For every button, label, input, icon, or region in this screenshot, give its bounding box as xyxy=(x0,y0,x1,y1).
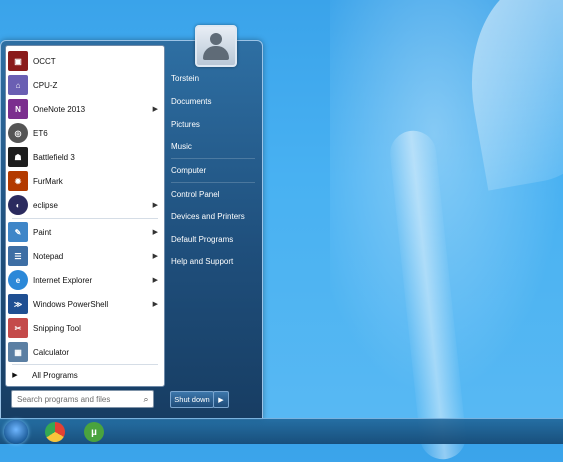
submenu-arrow-icon: ▶ xyxy=(152,202,158,209)
program-label: Calculator xyxy=(33,347,70,357)
right-item-devices-printers[interactable]: Devices and Printers xyxy=(171,207,259,225)
program-label: Windows PowerShell xyxy=(33,299,109,309)
arrow-right-icon: ▶ xyxy=(218,396,224,404)
all-programs-button[interactable]: ▶ All Programs xyxy=(8,366,162,384)
divider xyxy=(171,182,255,183)
program-snipping-tool[interactable]: ✂ Snipping Tool xyxy=(8,317,162,339)
program-onenote[interactable]: N OneNote 2013 ▶ xyxy=(8,98,162,120)
program-furmark[interactable]: ✹ FurMark xyxy=(8,170,162,192)
right-item-documents[interactable]: Documents xyxy=(171,92,259,110)
program-paint[interactable]: ✎ Paint ▶ xyxy=(8,221,162,243)
right-item-label: Devices and Printers xyxy=(171,211,245,221)
right-item-default-programs[interactable]: Default Programs xyxy=(171,230,259,248)
program-notepad[interactable]: ☰ Notepad ▶ xyxy=(8,245,162,267)
notepad-icon: ☰ xyxy=(8,246,28,266)
avatar-body xyxy=(203,46,229,60)
et6-icon: ◎ xyxy=(8,123,28,143)
submenu-arrow-icon: ▶ xyxy=(152,277,158,284)
cpuz-icon: ⌂ xyxy=(8,75,28,95)
submenu-arrow-icon: ▶ xyxy=(152,253,158,260)
right-item-label: Control Panel xyxy=(171,189,220,199)
program-label: Notepad xyxy=(33,251,64,261)
search-box[interactable]: Search programs and files ⌕ xyxy=(11,390,154,408)
right-item-label: Documents xyxy=(171,96,212,106)
shutdown-button[interactable]: Shut down xyxy=(170,391,214,408)
program-internet-explorer[interactable]: e Internet Explorer ▶ xyxy=(8,269,162,291)
search-placeholder: Search programs and files xyxy=(17,394,111,404)
divider xyxy=(12,218,158,219)
shutdown-options-button[interactable]: ▶ xyxy=(213,391,229,408)
right-item-control-panel[interactable]: Control Panel xyxy=(171,185,259,203)
right-item-user[interactable]: Torstein xyxy=(171,69,259,87)
furmark-icon: ✹ xyxy=(8,171,28,191)
right-item-computer[interactable]: Computer xyxy=(171,161,259,179)
taskbar: µ xyxy=(0,418,563,444)
calculator-icon: ▦ xyxy=(8,342,28,362)
right-item-label: Default Programs xyxy=(171,234,234,244)
program-occt[interactable]: ▣ OCCT xyxy=(8,50,162,72)
program-calculator[interactable]: ▦ Calculator xyxy=(8,341,162,363)
right-item-label: Torstein xyxy=(171,73,200,83)
program-label: Paint xyxy=(33,227,52,237)
onenote-icon: N xyxy=(8,99,28,119)
all-programs-label: All Programs xyxy=(32,370,78,380)
right-item-label: Computer xyxy=(171,165,207,175)
program-label: Snipping Tool xyxy=(33,323,81,333)
start-menu: ▣ OCCT ⌂ CPU-Z N OneNote 2013 ▶ ◎ ET6 ☗ … xyxy=(0,25,263,420)
program-label: OCCT xyxy=(33,56,56,66)
divider xyxy=(171,158,255,159)
program-label: Battlefield 3 xyxy=(33,152,75,162)
program-label: CPU-Z xyxy=(33,80,58,90)
right-item-pictures[interactable]: Pictures xyxy=(171,115,259,133)
ie-icon: e xyxy=(8,270,28,290)
user-avatar[interactable] xyxy=(195,25,237,67)
shutdown-label: Shut down xyxy=(174,395,210,404)
right-item-label: Help and Support xyxy=(171,256,234,266)
right-item-label: Music xyxy=(171,141,192,151)
program-label: OneNote 2013 xyxy=(33,104,86,114)
submenu-arrow-icon: ▶ xyxy=(152,229,158,236)
program-battlefield[interactable]: ☗ Battlefield 3 xyxy=(8,146,162,168)
right-item-music[interactable]: Music xyxy=(171,137,259,155)
snipping-icon: ✂ xyxy=(8,318,28,338)
battlefield-icon: ☗ xyxy=(8,147,28,167)
program-eclipse[interactable]: ◐ eclipse ▶ xyxy=(8,194,162,216)
program-label: ET6 xyxy=(33,128,48,138)
program-label: FurMark xyxy=(33,176,63,186)
divider xyxy=(12,364,158,365)
arrow-right-icon: ▶ xyxy=(12,372,18,379)
chrome-icon[interactable] xyxy=(45,422,65,442)
powershell-icon: ≫ xyxy=(8,294,28,314)
programs-pane: ▣ OCCT ⌂ CPU-Z N OneNote 2013 ▶ ◎ ET6 ☗ … xyxy=(5,45,165,387)
program-et6[interactable]: ◎ ET6 xyxy=(8,122,162,144)
eclipse-icon: ◐ xyxy=(8,195,28,215)
avatar-head xyxy=(210,33,222,45)
utorrent-icon[interactable]: µ xyxy=(84,422,104,442)
program-label: Internet Explorer xyxy=(33,275,93,285)
occt-icon: ▣ xyxy=(8,51,28,71)
right-item-help-support[interactable]: Help and Support xyxy=(171,252,259,270)
right-item-label: Pictures xyxy=(171,119,200,129)
program-cpuz[interactable]: ⌂ CPU-Z xyxy=(8,74,162,96)
start-orb[interactable] xyxy=(4,420,28,444)
program-label: eclipse xyxy=(33,200,58,210)
search-icon[interactable]: ⌕ xyxy=(139,394,153,405)
paint-icon: ✎ xyxy=(8,222,28,242)
submenu-arrow-icon: ▶ xyxy=(152,301,158,308)
program-powershell[interactable]: ≫ Windows PowerShell ▶ xyxy=(8,293,162,315)
submenu-arrow-icon: ▶ xyxy=(152,106,158,113)
